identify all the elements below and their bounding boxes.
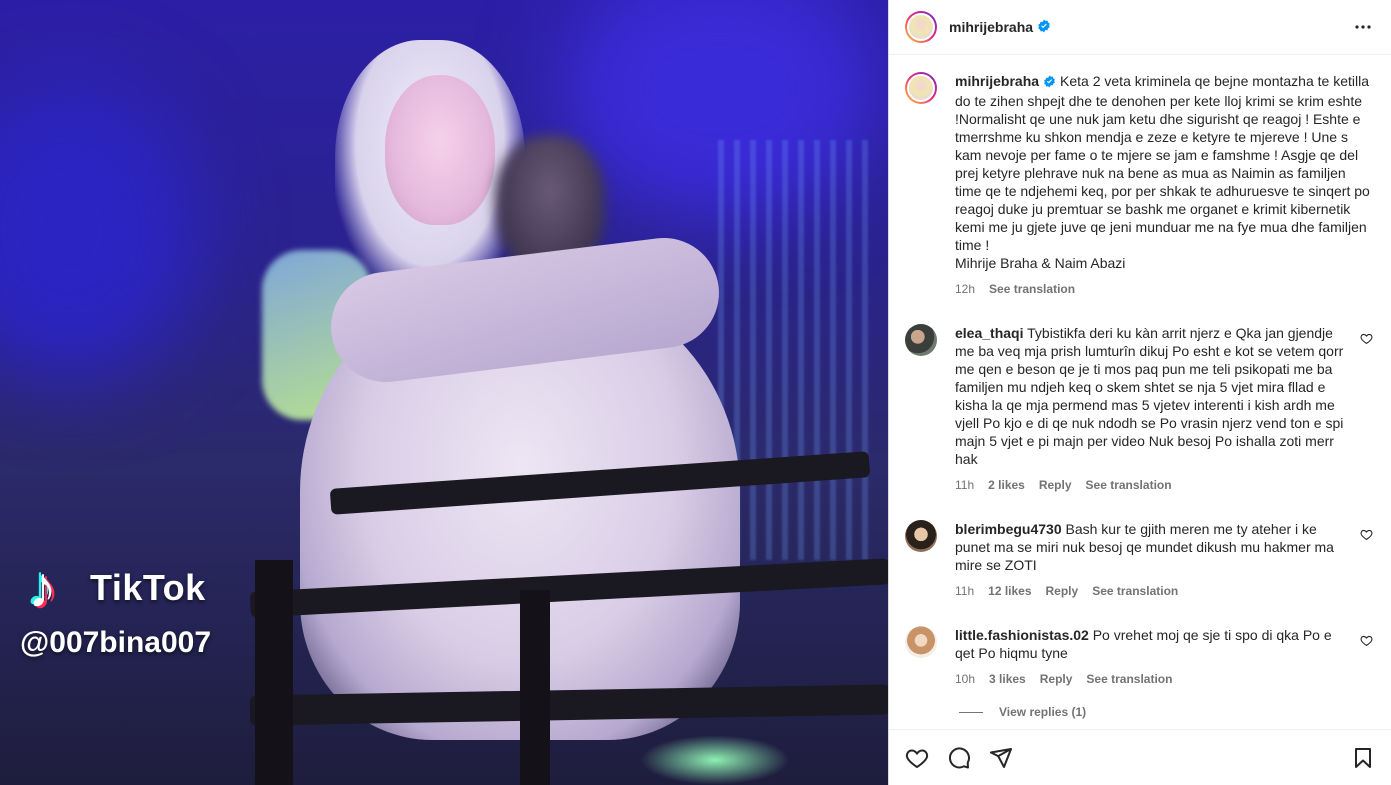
author-username[interactable]: mihrijebraha	[949, 19, 1033, 35]
see-translation-button[interactable]: See translation	[1086, 670, 1172, 688]
tiktok-watermark: ♪ ♪ ♪ TikTok	[25, 553, 206, 622]
verified-badge-icon	[1043, 74, 1056, 92]
heart-icon[interactable]	[903, 744, 931, 772]
commenter-username[interactable]: blerimbegu4730	[955, 521, 1062, 537]
comment-item: elea_thaqi Tybistikfa deri ku kàn arrit …	[905, 324, 1375, 494]
caption-text: Keta 2 veta kriminela qe bejne montazha …	[955, 73, 1370, 253]
verified-badge-icon	[1037, 19, 1051, 36]
comment-likes-count[interactable]: 3 likes	[989, 670, 1026, 688]
comment-time[interactable]: 11h	[955, 582, 974, 600]
stage-light	[0, 80, 200, 380]
view-replies-button[interactable]: View replies (1)	[959, 705, 1375, 719]
tiktok-brand-text: TikTok	[90, 567, 206, 608]
reply-button[interactable]: Reply	[1046, 582, 1079, 600]
view-replies-label: View replies (1)	[999, 705, 1087, 719]
reply-button[interactable]: Reply	[1040, 670, 1073, 688]
comment-item: blerimbegu4730 Bash kur te gjith meren m…	[905, 520, 1375, 600]
post-details-panel: mihrijebraha mihrijebraha Keta 2 veta kri…	[888, 0, 1391, 785]
tiktok-logo-icon: ♪ ♪ ♪	[25, 553, 60, 622]
see-translation-button[interactable]: See translation	[989, 280, 1075, 298]
see-translation-button[interactable]: See translation	[1086, 476, 1172, 494]
author-avatar[interactable]	[905, 11, 937, 43]
comment-icon[interactable]	[945, 744, 973, 772]
heart-icon[interactable]	[1360, 634, 1373, 650]
woman-face	[385, 75, 495, 225]
replies-divider	[959, 711, 983, 713]
post-media[interactable]: ♪ ♪ ♪ TikTok @007bina007	[0, 0, 888, 785]
post-caption: mihrijebraha Keta 2 veta kriminela qe bej…	[905, 72, 1375, 298]
commenter-username[interactable]: elea_thaqi	[955, 325, 1023, 341]
caption-username[interactable]: mihrijebraha	[955, 73, 1039, 89]
comment-likes-count[interactable]: 12 likes	[988, 582, 1031, 600]
caption-signature: Mihrije Braha & Naim Abazi	[955, 255, 1126, 271]
railing-post	[255, 560, 293, 785]
heart-icon[interactable]	[1360, 332, 1373, 348]
tiktok-handle: @007bina007	[20, 626, 212, 659]
author-avatar[interactable]	[905, 72, 937, 104]
commenter-avatar[interactable]	[905, 520, 937, 552]
bookmark-icon[interactable]	[1349, 744, 1377, 772]
floor-light	[640, 735, 790, 785]
comments-list[interactable]: mihrijebraha Keta 2 veta kriminela qe bej…	[889, 56, 1391, 729]
railing-post	[520, 590, 550, 785]
commenter-username[interactable]: little.fashionistas.02	[955, 627, 1089, 643]
more-options-icon[interactable]	[1351, 15, 1375, 39]
reply-button[interactable]: Reply	[1039, 476, 1072, 494]
share-icon[interactable]	[987, 744, 1015, 772]
comment-text: Tybistikfa deri ku kàn arrit njerz e Qka…	[955, 325, 1344, 467]
comment-time[interactable]: 11h	[955, 476, 974, 494]
comment-item: little.fashionistas.02 Po vrehet moj qe …	[905, 626, 1375, 688]
comment-likes-count[interactable]: 2 likes	[988, 476, 1025, 494]
commenter-avatar[interactable]	[905, 626, 937, 658]
comment-time[interactable]: 10h	[955, 670, 975, 688]
caption-time[interactable]: 12h	[955, 280, 975, 298]
background-lights	[718, 140, 868, 560]
post-header: mihrijebraha	[889, 0, 1391, 55]
commenter-avatar[interactable]	[905, 324, 937, 356]
heart-icon[interactable]	[1360, 528, 1373, 544]
see-translation-button[interactable]: See translation	[1092, 582, 1178, 600]
post-actions-bar	[889, 729, 1391, 785]
